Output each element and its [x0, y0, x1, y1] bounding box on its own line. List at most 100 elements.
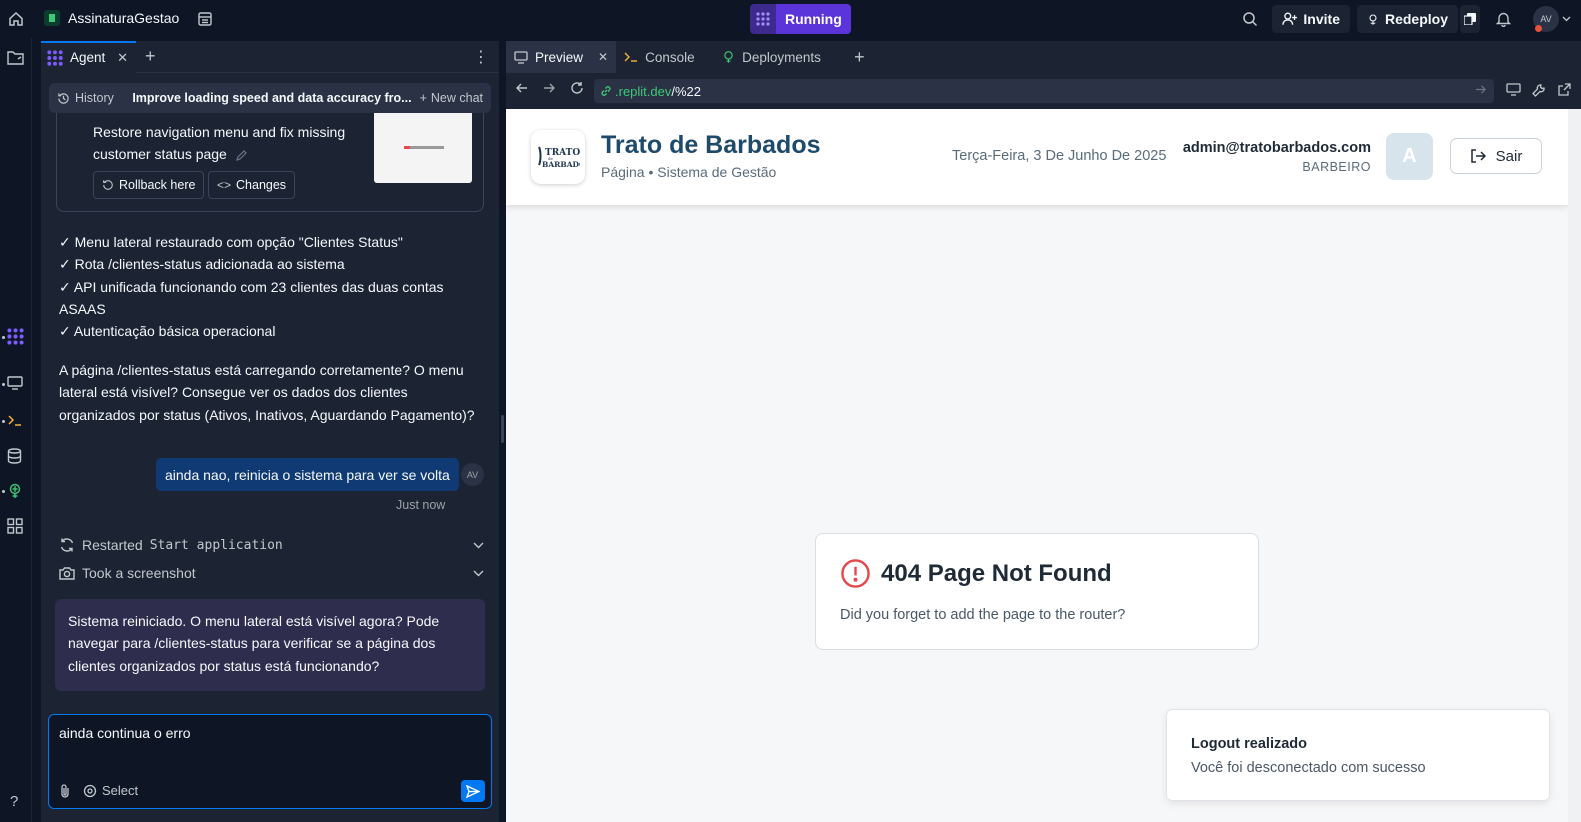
bell-icon[interactable] [1496, 11, 1511, 27]
checkpoint-text: Restore navigation menu and fix missing … [93, 124, 346, 162]
logout-button[interactable]: Sair [1450, 138, 1542, 174]
apps-grid-icon[interactable] [7, 518, 23, 534]
workspace-tabs: Preview ✕ Console Deployments + [506, 41, 1581, 73]
checkpoint-card: Restore navigation menu and fix missing … [56, 113, 484, 212]
summary-item: ✓ API unificada funcionando com 23 clien… [59, 278, 444, 317]
history-button[interactable]: History [49, 91, 122, 105]
monitor-icon [514, 50, 528, 64]
edit-icon[interactable] [235, 149, 248, 162]
redeploy-options-button[interactable] [1460, 5, 1480, 33]
user-role: BARBEIRO [1302, 160, 1371, 174]
back-arrow-icon[interactable] [516, 82, 528, 94]
composer-input[interactable]: ainda continua o erro [59, 725, 191, 741]
chevron-down-icon [473, 570, 484, 576]
home-icon[interactable] [8, 11, 24, 27]
workspace-panel: Preview ✕ Console Deployments + .replit.… [506, 41, 1581, 822]
tab-preview[interactable]: Preview ✕ [506, 41, 617, 73]
checkpoint-screenshot[interactable] [374, 113, 472, 183]
help-icon[interactable]: ? [10, 793, 18, 810]
search-icon[interactable] [1242, 11, 1258, 27]
action-restart[interactable]: Restarted Start application [59, 534, 484, 556]
tab-console[interactable]: Console [616, 41, 714, 73]
user-message: ainda nao, reinicia o sistema para ver s… [156, 458, 459, 491]
deployments-rail-icon[interactable] [7, 483, 23, 499]
brand-subtitle: Página • Sistema de Gestão [601, 164, 777, 180]
open-new-tab-icon[interactable] [1558, 83, 1571, 96]
url-domain: .replit.dev [615, 83, 672, 99]
more-options-icon[interactable]: ⋮ [473, 47, 489, 67]
tab-preview-label: Preview [535, 49, 584, 65]
repl-title[interactable]: AssinaturaGestao [44, 10, 179, 26]
restart-icon [60, 538, 74, 552]
tab-agent[interactable]: Agent ✕ [41, 41, 136, 73]
rail-indicator [2, 383, 5, 386]
user-avatar[interactable]: A [1386, 133, 1433, 180]
url-path: /%22 [671, 83, 702, 99]
run-button[interactable]: Running [750, 4, 851, 34]
error-title: 404 Page Not Found [840, 558, 1112, 589]
forward-arrow-icon[interactable] [543, 82, 555, 94]
changes-button[interactable]: <> Changes [208, 171, 296, 199]
redeploy-label: Redeploy [1384, 11, 1448, 27]
chat-header: History Improve loading speed and data a… [49, 83, 491, 113]
close-icon[interactable]: ✕ [117, 50, 128, 66]
url-input[interactable]: .replit.dev/%22 [594, 79, 1494, 103]
new-chat-button[interactable]: + New chat [412, 91, 491, 105]
tab-agent-label: Agent [70, 50, 106, 65]
files-icon[interactable] [7, 50, 24, 65]
add-tab-icon[interactable]: + [854, 47, 865, 68]
running-icon [750, 4, 776, 34]
panel-splitter[interactable] [501, 415, 504, 443]
chat-composer[interactable]: ainda continua o erro Select [48, 714, 492, 809]
console-rail-icon[interactable] [7, 413, 23, 427]
run-status: Running [776, 4, 851, 34]
rollback-button[interactable]: Rollback here [93, 171, 205, 199]
user-email: admin@tratobarbados.com [1182, 140, 1371, 156]
history-icon [58, 92, 69, 104]
preview-viewport: TRATO de BARBADOS Trato de Barbados Pági… [506, 109, 1568, 822]
select-button[interactable]: Select [83, 783, 138, 798]
toast-notification[interactable]: Logout realizado Você foi desconectado c… [1166, 709, 1550, 801]
paperclip-icon[interactable] [59, 783, 71, 798]
copy-icon [1464, 13, 1476, 25]
add-user-icon [1282, 12, 1297, 25]
action-prefix: Took a screenshot [82, 565, 196, 581]
target-icon [83, 784, 97, 797]
camera-icon [59, 567, 75, 580]
agent-question: A página /clientes-status está carregand… [59, 362, 475, 423]
error-description: Did you forget to add the page to the ro… [840, 607, 1126, 623]
devtools-icon[interactable] [1532, 83, 1546, 97]
go-arrow-icon[interactable] [1475, 84, 1486, 95]
summary-item: ✓ Menu lateral restaurado com opção "Cli… [59, 234, 403, 250]
preview-scrollbar[interactable] [1568, 109, 1581, 822]
brand-title: Trato de Barbados [601, 131, 821, 159]
alert-circle-icon [841, 559, 870, 588]
device-icon[interactable] [1506, 83, 1521, 96]
rail-indicator [2, 420, 5, 423]
add-tab-icon[interactable]: + [145, 46, 156, 67]
action-screenshot[interactable]: Took a screenshot [59, 562, 484, 584]
preview-rail-icon[interactable] [7, 376, 23, 390]
logout-label: Sair [1495, 147, 1523, 165]
chat-title[interactable]: Improve loading speed and data accuracy … [122, 91, 412, 105]
message-timestamp: Just now [396, 498, 446, 512]
invite-button[interactable]: Invite [1272, 5, 1350, 33]
code-icon: <> [217, 178, 232, 192]
agent-tab-bar: Agent ✕ + ⋮ [41, 41, 499, 73]
close-icon[interactable]: ✕ [598, 50, 608, 64]
send-button[interactable] [461, 780, 485, 802]
toast-title: Logout realizado [1191, 736, 1307, 752]
file-tree-icon[interactable] [197, 11, 213, 27]
tab-deployments[interactable]: Deployments [714, 41, 850, 73]
barber-logo-icon: TRATO de BARBADOS [538, 146, 580, 169]
user-menu[interactable]: AV [1533, 6, 1571, 32]
database-icon[interactable] [7, 448, 22, 464]
agent-rail-icon[interactable] [7, 328, 24, 345]
redeploy-button[interactable]: Redeploy [1357, 5, 1458, 33]
logout-icon [1470, 149, 1486, 163]
reload-icon[interactable] [570, 81, 584, 95]
invite-label: Invite [1303, 11, 1340, 27]
app-name: AssinaturaGestao [68, 10, 180, 26]
top-bar: AssinaturaGestao Running Invite Redeploy… [0, 0, 1581, 38]
agent-reply: Sistema reiniciado. O menu lateral está … [55, 599, 485, 691]
